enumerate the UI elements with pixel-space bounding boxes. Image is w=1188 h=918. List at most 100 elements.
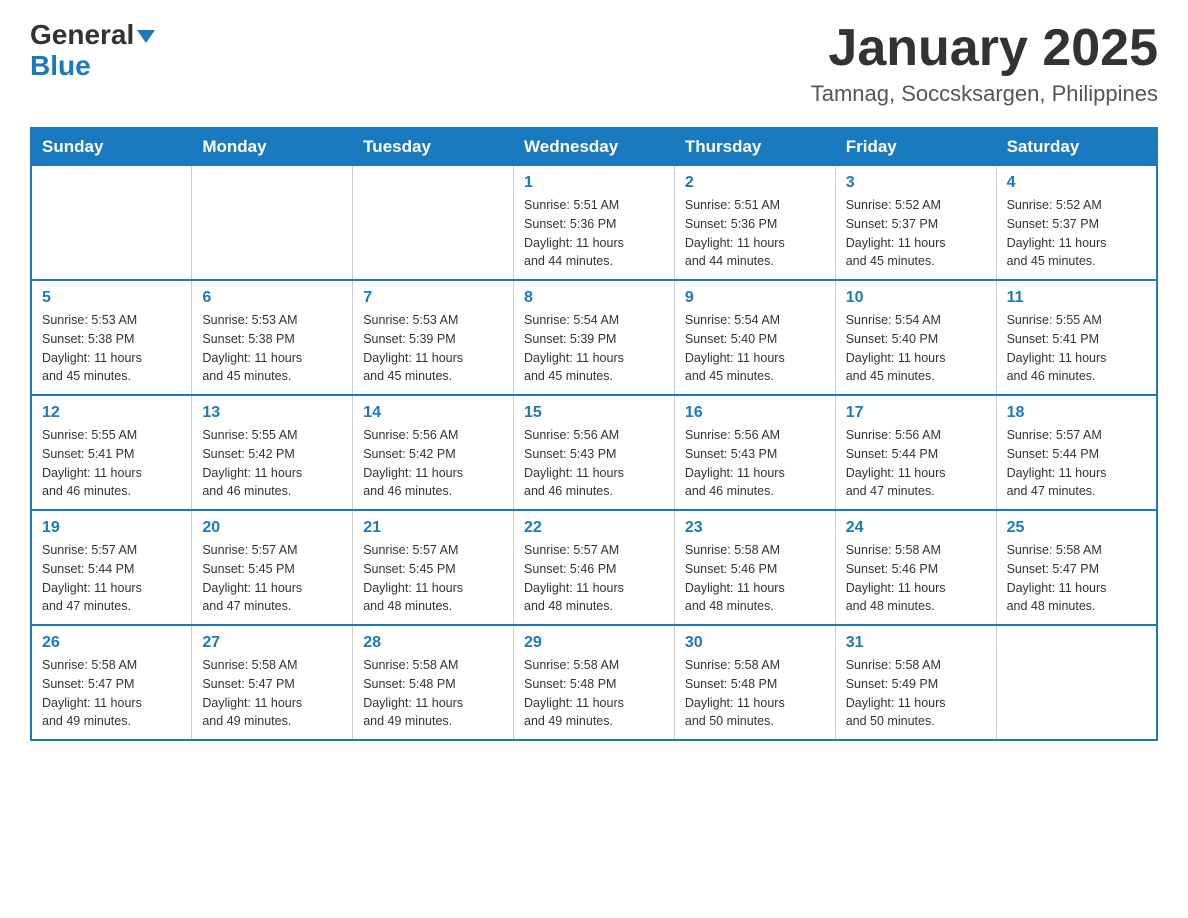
calendar-header-row: SundayMondayTuesdayWednesdayThursdayFrid… [31, 128, 1157, 166]
day-info: Sunrise: 5:56 AM Sunset: 5:44 PM Dayligh… [846, 426, 986, 501]
title-section: January 2025 Tamnag, Soccsksargen, Phili… [811, 20, 1158, 107]
day-info: Sunrise: 5:58 AM Sunset: 5:48 PM Dayligh… [524, 656, 664, 731]
calendar-cell: 10 Sunrise: 5:54 AM Sunset: 5:40 PM Dayli… [835, 280, 996, 395]
calendar-cell: 23 Sunrise: 5:58 AM Sunset: 5:46 PM Dayli… [674, 510, 835, 625]
calendar-cell: 9 Sunrise: 5:54 AM Sunset: 5:40 PM Daylig… [674, 280, 835, 395]
day-info: Sunrise: 5:57 AM Sunset: 5:44 PM Dayligh… [1007, 426, 1146, 501]
day-info: Sunrise: 5:58 AM Sunset: 5:47 PM Dayligh… [202, 656, 342, 731]
day-info: Sunrise: 5:58 AM Sunset: 5:47 PM Dayligh… [42, 656, 181, 731]
day-number: 3 [846, 174, 986, 192]
calendar-header-thursday: Thursday [674, 128, 835, 166]
day-number: 27 [202, 634, 342, 652]
calendar-cell: 16 Sunrise: 5:56 AM Sunset: 5:43 PM Dayli… [674, 395, 835, 510]
calendar-cell: 31 Sunrise: 5:58 AM Sunset: 5:49 PM Dayli… [835, 625, 996, 740]
day-info: Sunrise: 5:56 AM Sunset: 5:43 PM Dayligh… [685, 426, 825, 501]
calendar-cell: 21Sunrise: 5:57 AM Sunset: 5:45 PM Dayli… [353, 510, 514, 625]
day-info: Sunrise: 5:57 AM Sunset: 5:45 PM Dayligh… [202, 541, 342, 616]
calendar-cell: 4Sunrise: 5:52 AM Sunset: 5:37 PM Daylig… [996, 166, 1157, 281]
calendar-cell: 13 Sunrise: 5:55 AM Sunset: 5:42 PM Dayli… [192, 395, 353, 510]
day-number: 31 [846, 634, 986, 652]
calendar-cell [192, 166, 353, 281]
day-number: 11 [1007, 289, 1146, 307]
calendar-cell: 5Sunrise: 5:53 AM Sunset: 5:38 PM Daylig… [31, 280, 192, 395]
day-number: 29 [524, 634, 664, 652]
calendar-cell: 22 Sunrise: 5:57 AM Sunset: 5:46 PM Dayli… [514, 510, 675, 625]
calendar-cell [996, 625, 1157, 740]
calendar-header-saturday: Saturday [996, 128, 1157, 166]
logo-general: General [30, 20, 155, 51]
day-info: Sunrise: 5:53 AM Sunset: 5:38 PM Dayligh… [202, 311, 342, 386]
day-info: Sunrise: 5:55 AM Sunset: 5:41 PM Dayligh… [1007, 311, 1146, 386]
calendar-header-monday: Monday [192, 128, 353, 166]
calendar-cell: 1Sunrise: 5:51 AM Sunset: 5:36 PM Daylig… [514, 166, 675, 281]
day-info: Sunrise: 5:54 AM Sunset: 5:40 PM Dayligh… [846, 311, 986, 386]
day-info: Sunrise: 5:52 AM Sunset: 5:37 PM Dayligh… [1007, 196, 1146, 271]
day-number: 1 [524, 174, 664, 192]
day-info: Sunrise: 5:56 AM Sunset: 5:43 PM Dayligh… [524, 426, 664, 501]
day-info: Sunrise: 5:52 AM Sunset: 5:37 PM Dayligh… [846, 196, 986, 271]
calendar-cell: 20 Sunrise: 5:57 AM Sunset: 5:45 PM Dayli… [192, 510, 353, 625]
calendar-cell: 25Sunrise: 5:58 AM Sunset: 5:47 PM Dayli… [996, 510, 1157, 625]
day-number: 20 [202, 519, 342, 537]
day-info: Sunrise: 5:57 AM Sunset: 5:46 PM Dayligh… [524, 541, 664, 616]
calendar-cell: 24 Sunrise: 5:58 AM Sunset: 5:46 PM Dayli… [835, 510, 996, 625]
day-info: Sunrise: 5:57 AM Sunset: 5:44 PM Dayligh… [42, 541, 181, 616]
day-info: Sunrise: 5:58 AM Sunset: 5:46 PM Dayligh… [685, 541, 825, 616]
day-number: 15 [524, 404, 664, 422]
day-number: 23 [685, 519, 825, 537]
calendar-cell: 18 Sunrise: 5:57 AM Sunset: 5:44 PM Dayli… [996, 395, 1157, 510]
day-info: Sunrise: 5:55 AM Sunset: 5:41 PM Dayligh… [42, 426, 181, 501]
calendar-header-tuesday: Tuesday [353, 128, 514, 166]
day-number: 16 [685, 404, 825, 422]
calendar-cell: 8Sunrise: 5:54 AM Sunset: 5:39 PM Daylig… [514, 280, 675, 395]
calendar-header-sunday: Sunday [31, 128, 192, 166]
day-info: Sunrise: 5:54 AM Sunset: 5:40 PM Dayligh… [685, 311, 825, 386]
day-number: 2 [685, 174, 825, 192]
calendar-cell: 2 Sunrise: 5:51 AM Sunset: 5:36 PM Daylig… [674, 166, 835, 281]
month-title: January 2025 [811, 20, 1158, 77]
calendar-cell: 30 Sunrise: 5:58 AM Sunset: 5:48 PM Dayli… [674, 625, 835, 740]
calendar-cell: 7Sunrise: 5:53 AM Sunset: 5:39 PM Daylig… [353, 280, 514, 395]
calendar-cell: 15 Sunrise: 5:56 AM Sunset: 5:43 PM Dayli… [514, 395, 675, 510]
calendar-cell: 6 Sunrise: 5:53 AM Sunset: 5:38 PM Daylig… [192, 280, 353, 395]
calendar-cell: 26 Sunrise: 5:58 AM Sunset: 5:47 PM Dayli… [31, 625, 192, 740]
calendar-cell [31, 166, 192, 281]
day-info: Sunrise: 5:51 AM Sunset: 5:36 PM Dayligh… [685, 196, 825, 271]
calendar-header-friday: Friday [835, 128, 996, 166]
day-info: Sunrise: 5:58 AM Sunset: 5:48 PM Dayligh… [685, 656, 825, 731]
calendar-cell: 17 Sunrise: 5:56 AM Sunset: 5:44 PM Dayli… [835, 395, 996, 510]
calendar-week-row: 19Sunrise: 5:57 AM Sunset: 5:44 PM Dayli… [31, 510, 1157, 625]
calendar-week-row: 12 Sunrise: 5:55 AM Sunset: 5:41 PM Dayli… [31, 395, 1157, 510]
day-info: Sunrise: 5:54 AM Sunset: 5:39 PM Dayligh… [524, 311, 664, 386]
day-number: 9 [685, 289, 825, 307]
day-number: 10 [846, 289, 986, 307]
day-number: 26 [42, 634, 181, 652]
day-number: 18 [1007, 404, 1146, 422]
calendar-week-row: 26 Sunrise: 5:58 AM Sunset: 5:47 PM Dayli… [31, 625, 1157, 740]
day-number: 6 [202, 289, 342, 307]
calendar-cell: 19Sunrise: 5:57 AM Sunset: 5:44 PM Dayli… [31, 510, 192, 625]
day-number: 22 [524, 519, 664, 537]
calendar-header-wednesday: Wednesday [514, 128, 675, 166]
day-number: 12 [42, 404, 181, 422]
calendar-cell [353, 166, 514, 281]
logo: General Blue [30, 20, 155, 82]
day-info: Sunrise: 5:58 AM Sunset: 5:46 PM Dayligh… [846, 541, 986, 616]
day-info: Sunrise: 5:56 AM Sunset: 5:42 PM Dayligh… [363, 426, 503, 501]
day-info: Sunrise: 5:58 AM Sunset: 5:49 PM Dayligh… [846, 656, 986, 731]
calendar-cell: 12 Sunrise: 5:55 AM Sunset: 5:41 PM Dayli… [31, 395, 192, 510]
day-info: Sunrise: 5:55 AM Sunset: 5:42 PM Dayligh… [202, 426, 342, 501]
page-header: General Blue January 2025 Tamnag, Soccsk… [30, 20, 1158, 107]
day-number: 13 [202, 404, 342, 422]
day-number: 30 [685, 634, 825, 652]
logo-blue: Blue [30, 51, 155, 82]
calendar-cell: 14 Sunrise: 5:56 AM Sunset: 5:42 PM Dayli… [353, 395, 514, 510]
day-number: 24 [846, 519, 986, 537]
calendar-cell: 3 Sunrise: 5:52 AM Sunset: 5:37 PM Daylig… [835, 166, 996, 281]
day-info: Sunrise: 5:53 AM Sunset: 5:38 PM Dayligh… [42, 311, 181, 386]
calendar-cell: 27 Sunrise: 5:58 AM Sunset: 5:47 PM Dayli… [192, 625, 353, 740]
day-number: 14 [363, 404, 503, 422]
day-info: Sunrise: 5:58 AM Sunset: 5:47 PM Dayligh… [1007, 541, 1146, 616]
day-number: 17 [846, 404, 986, 422]
calendar-cell: 28Sunrise: 5:58 AM Sunset: 5:48 PM Dayli… [353, 625, 514, 740]
